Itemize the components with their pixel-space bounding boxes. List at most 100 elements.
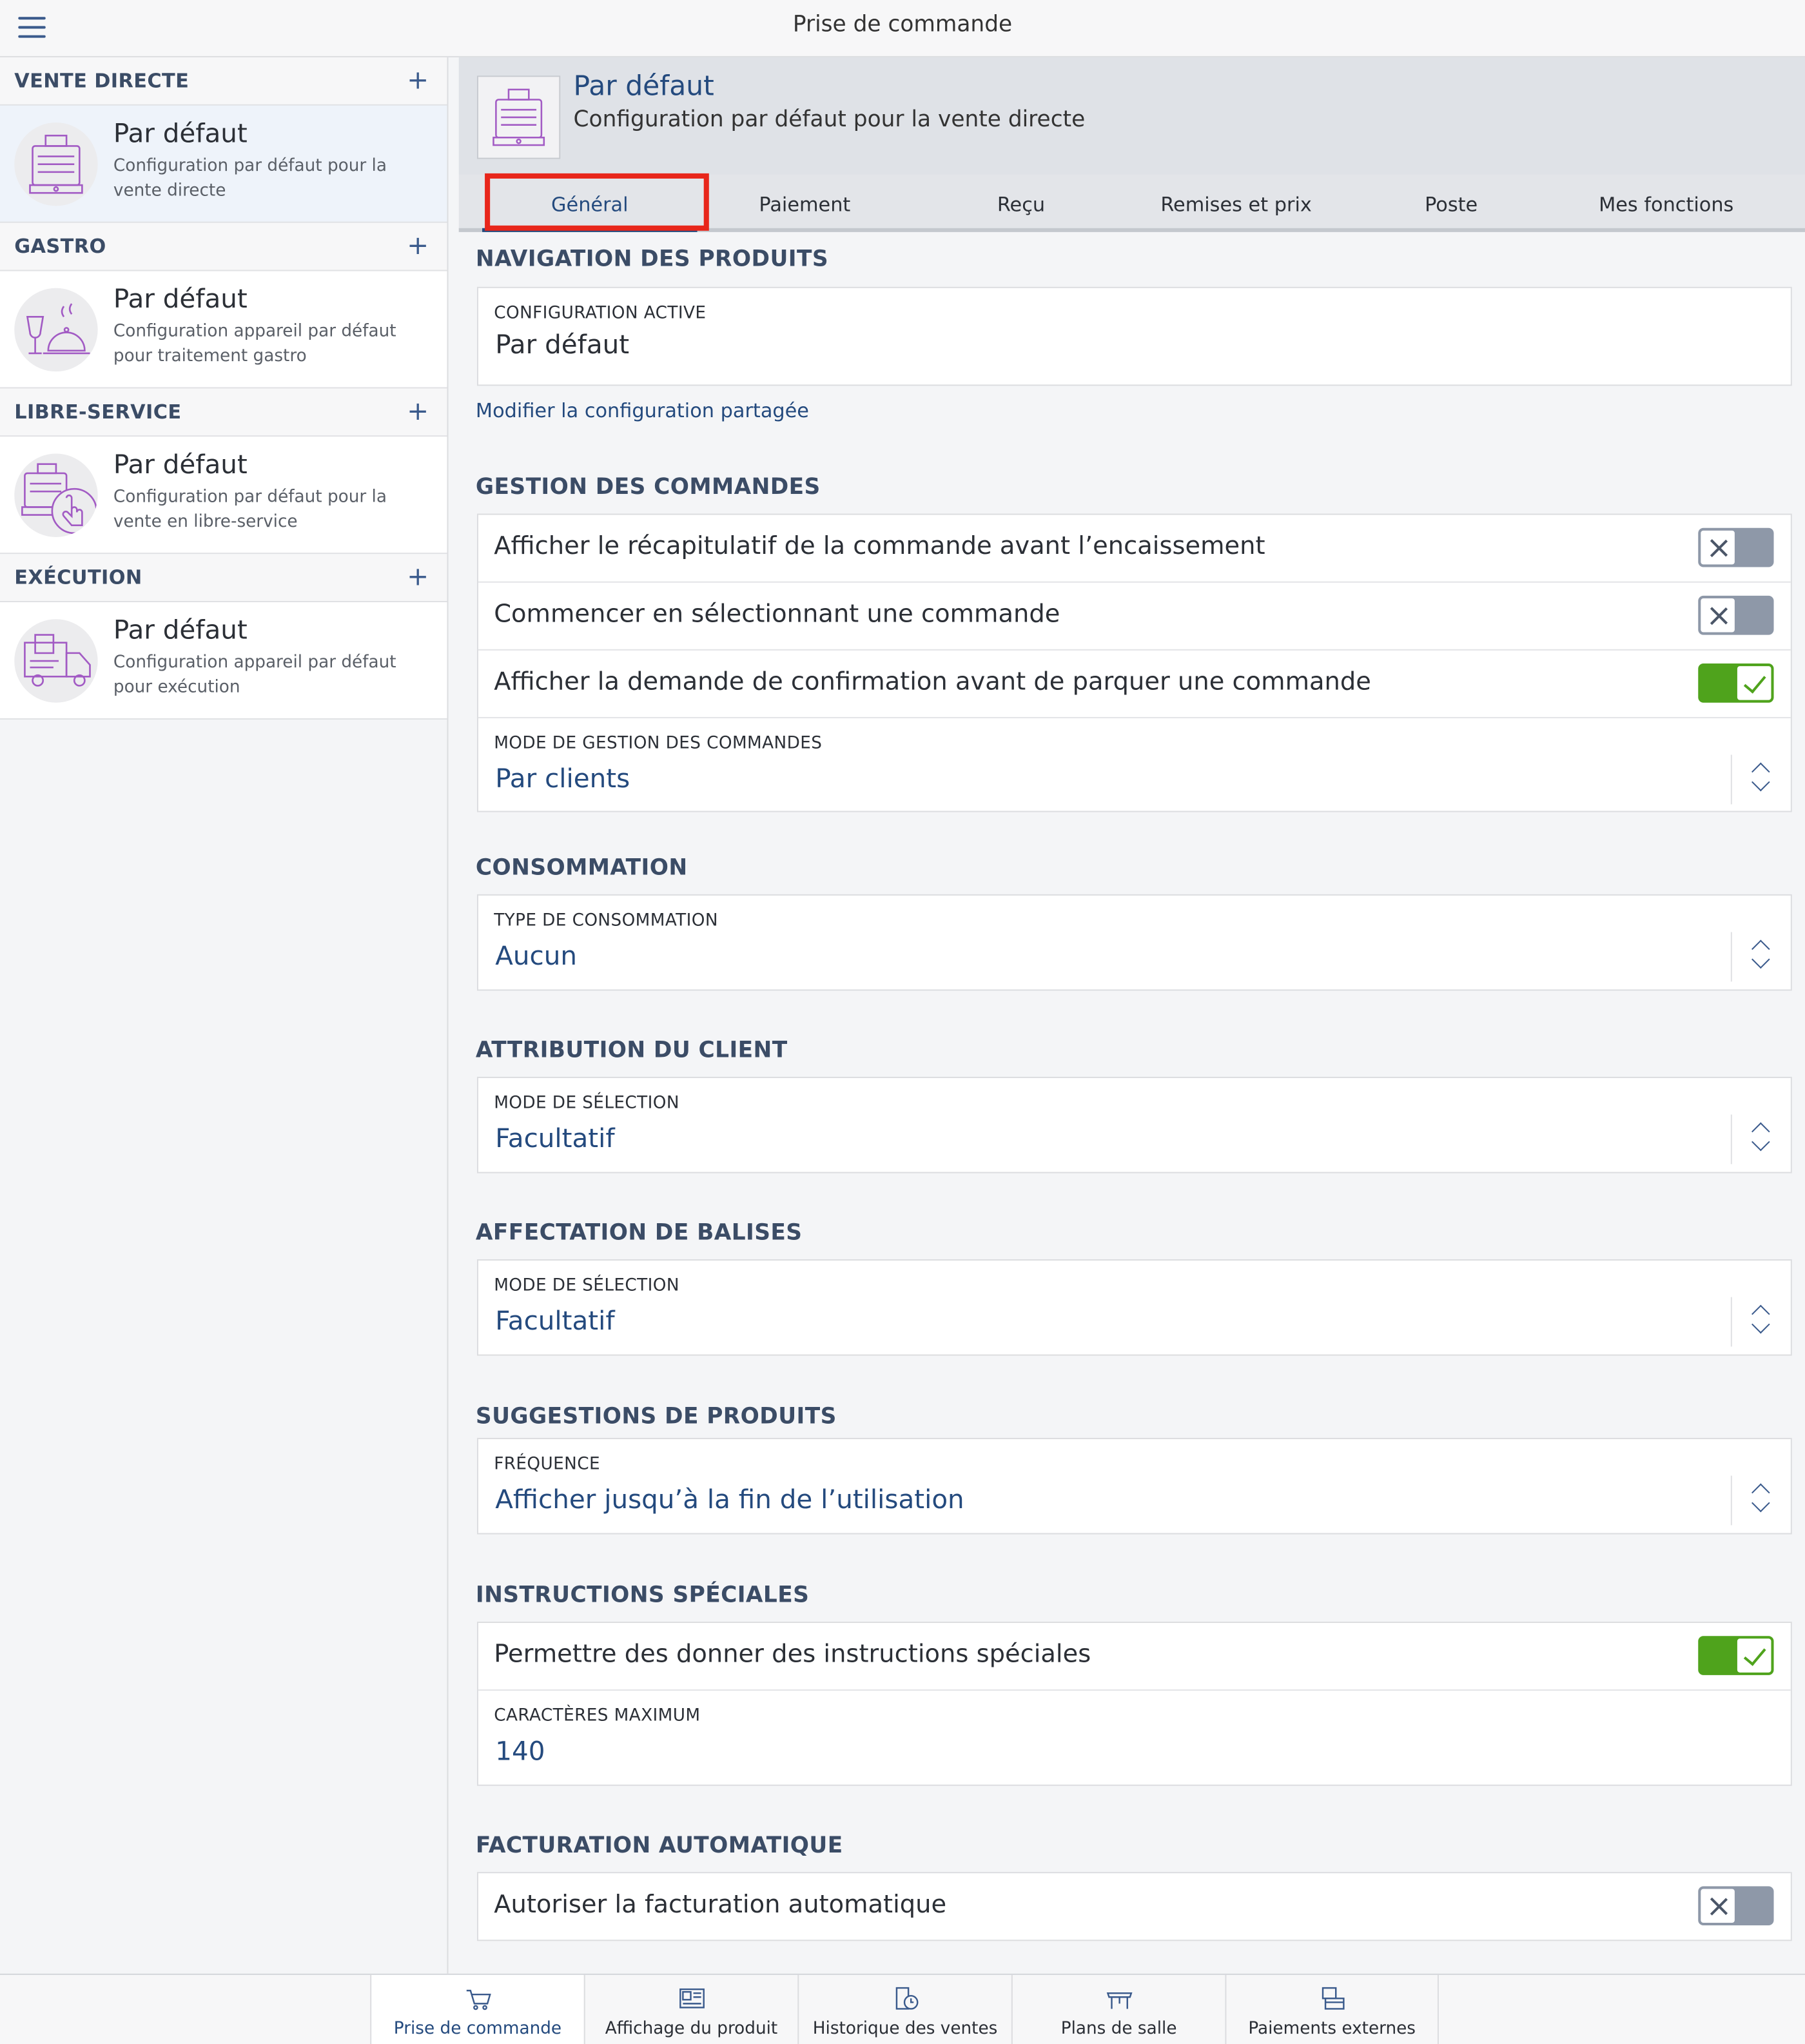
sidebar-item-title: Par défaut xyxy=(113,117,248,149)
card-tags: MODE DE SÉLECTION Facultatif xyxy=(476,1259,1792,1356)
field-caption: CONFIGURATION ACTIVE xyxy=(494,304,707,324)
toggle-label: Permettre des donner des instructions sp… xyxy=(494,1640,1091,1669)
main-content: Par défaut Configuration par défaut pour… xyxy=(458,57,1805,1974)
input-row[interactable]: CARACTÈRES MAXIMUM 140 xyxy=(478,1691,1791,1785)
active-configuration-value: Par défaut xyxy=(495,328,630,360)
bottom-tab-floor-plans[interactable]: Plans de salle xyxy=(1011,1974,1225,2044)
tab-remises[interactable]: Remises et prix xyxy=(1129,175,1344,232)
sidebar-item-vente-directe[interactable]: Par défaut Configuration par défaut pour… xyxy=(0,105,447,223)
toggle-switch-on[interactable] xyxy=(1698,663,1774,703)
field-caption: FRÉQUENCE xyxy=(494,1455,601,1475)
section-title-instructions: INSTRUCTIONS SPÉCIALES xyxy=(475,1582,810,1609)
toggle-switch-on[interactable] xyxy=(1698,1636,1774,1675)
toggle-switch-off[interactable] xyxy=(1698,527,1774,567)
basket-icon xyxy=(466,1989,491,2010)
tab-highlight-box xyxy=(485,173,709,231)
chevron-up-down-icon[interactable] xyxy=(1730,1475,1791,1526)
sidebar-item-gastro[interactable]: Par défaut Configuration appareil par dé… xyxy=(0,271,447,389)
select-row[interactable]: MODE DE SÉLECTION Facultatif xyxy=(478,1078,1791,1172)
sidebar-item-description: Configuration appareil par défaut pour e… xyxy=(113,653,396,698)
add-icon[interactable]: + xyxy=(407,64,429,95)
cash-register-icon xyxy=(14,123,98,206)
sidebar-section-header: EXÉCUTION + xyxy=(0,554,447,603)
tags-mode-value: Facultatif xyxy=(495,1304,615,1337)
sidebar-section-title: GASTRO xyxy=(14,234,106,259)
tab-poste[interactable]: Poste xyxy=(1343,175,1559,232)
chevron-up-down-icon[interactable] xyxy=(1730,754,1791,805)
sales-history-icon xyxy=(895,1987,919,2010)
cash-register-icon xyxy=(476,75,561,159)
bottom-tab-order[interactable]: Prise de commande xyxy=(370,1974,584,2044)
external-payment-icon xyxy=(1322,1987,1345,2010)
close-icon xyxy=(1699,529,1736,566)
toggle-label: Afficher la demande de confirmation avan… xyxy=(494,667,1371,696)
add-icon[interactable]: + xyxy=(407,395,429,427)
add-icon[interactable]: + xyxy=(407,230,429,261)
sidebar-item-description: Configuration appareil par défaut pour t… xyxy=(113,322,396,367)
bottom-tab-bar: Prise de commande Affichage du produit H… xyxy=(0,1973,1805,2044)
tab-paiement[interactable]: Paiement xyxy=(698,175,913,232)
sidebar-item-libre-service[interactable]: Par défaut Configuration par défaut pour… xyxy=(0,437,447,555)
select-row[interactable]: TYPE DE CONSOMMATION Aucun xyxy=(478,896,1791,990)
card-consumption: TYPE DE CONSOMMATION Aucun xyxy=(476,894,1792,991)
sidebar-item-title: Par défaut xyxy=(113,614,248,645)
bottom-tab-label: Paiements externes xyxy=(1248,2019,1416,2039)
sidebar-item-description: Configuration par défaut pour la vente e… xyxy=(113,487,387,532)
page-title: Prise de commande xyxy=(792,12,1013,38)
sidebar-section-title: VENTE DIRECTE xyxy=(14,69,190,93)
toggle-switch-off[interactable] xyxy=(1698,1886,1774,1926)
field-caption: TYPE DE CONSOMMATION xyxy=(494,911,718,931)
toggle-label: Afficher le récapitulatif de la commande… xyxy=(494,531,1265,561)
bottom-tab-sales-history[interactable]: Historique des ventes xyxy=(797,1974,1011,2044)
toggle-row: Autoriser la facturation automatique xyxy=(478,1873,1791,1941)
sidebar-section-title: LIBRE-SERVICE xyxy=(14,400,182,424)
bottom-tab-external-payments[interactable]: Paiements externes xyxy=(1225,1974,1439,2044)
toggle-row: Commencer en sélectionnant une commande xyxy=(478,583,1791,651)
config-title: Par défaut xyxy=(573,70,714,102)
sidebar-section-title: EXÉCUTION xyxy=(14,565,142,589)
toggle-label: Autoriser la facturation automatique xyxy=(494,1890,947,1919)
tab-recu[interactable]: Reçu xyxy=(913,175,1129,232)
tab-bar: Général Paiement Reçu Remises et prix Po… xyxy=(458,173,1805,232)
select-row[interactable]: MODE DE SÉLECTION Facultatif xyxy=(478,1261,1791,1355)
card-orders: Afficher le récapitulatif de la commande… xyxy=(476,513,1792,812)
section-title-tags: AFFECTATION DE BALISES xyxy=(475,1220,803,1246)
toggle-row: Afficher la demande de confirmation avan… xyxy=(478,651,1791,718)
toggle-row: Afficher le récapitulatif de la commande… xyxy=(478,515,1791,583)
edit-shared-config-link[interactable]: Modifier la configuration partagée xyxy=(476,399,809,422)
bottom-tab-label: Affichage du produit xyxy=(605,2019,778,2039)
bottom-tab-product-display[interactable]: Affichage du produit xyxy=(583,1974,798,2044)
sidebar-section-header: VENTE DIRECTE + xyxy=(0,57,447,106)
sidebar-item-title: Par défaut xyxy=(113,448,248,480)
select-row[interactable]: FRÉQUENCE Afficher jusqu’à la fin de l’u… xyxy=(478,1439,1791,1533)
table-icon xyxy=(1106,1992,1133,2009)
chevron-up-down-icon[interactable] xyxy=(1730,1297,1791,1347)
toggle-switch-off[interactable] xyxy=(1698,595,1774,635)
card-instructions: Permettre des donner des instructions sp… xyxy=(476,1621,1792,1786)
section-title-billing: FACTURATION AUTOMATIQUE xyxy=(475,1833,843,1859)
section-title-suggestions: SUGGESTIONS DE PRODUITS xyxy=(475,1404,837,1430)
order-mode-value: Par clients xyxy=(495,762,630,794)
sidebar-item-execution[interactable]: Par défaut Configuration appareil par dé… xyxy=(0,602,447,720)
chevron-up-down-icon[interactable] xyxy=(1730,1114,1791,1164)
delivery-truck-icon xyxy=(14,619,98,703)
field-caption: MODE DE SÉLECTION xyxy=(494,1276,679,1296)
config-subtitle: Configuration par défaut pour la vente d… xyxy=(573,106,1086,133)
section-title-customer: ATTRIBUTION DU CLIENT xyxy=(475,1037,788,1064)
product-display-icon xyxy=(679,1988,705,2009)
sidebar-section-header: GASTRO + xyxy=(0,222,447,271)
select-row[interactable]: MODE DE GESTION DES COMMANDES Par client… xyxy=(478,718,1791,812)
sidebar-section-header: LIBRE-SERVICE + xyxy=(0,388,447,437)
self-service-register-icon xyxy=(14,453,98,537)
field-caption: CARACTÈRES MAXIMUM xyxy=(494,1706,701,1726)
config-header: Par défaut Configuration par défaut pour… xyxy=(458,57,1805,175)
chevron-up-down-icon[interactable] xyxy=(1730,932,1791,982)
max-characters-input[interactable]: 140 xyxy=(495,1735,545,1767)
add-icon[interactable]: + xyxy=(407,560,429,592)
frequency-value: Afficher jusqu’à la fin de l’utilisation xyxy=(495,1483,964,1515)
card-navigation: CONFIGURATION ACTIVE Par défaut xyxy=(476,286,1792,386)
check-icon xyxy=(1735,665,1773,702)
sidebar-item-title: Par défaut xyxy=(113,282,248,315)
close-icon xyxy=(1699,1887,1736,1925)
tab-mes-fonctions[interactable]: Mes fonctions xyxy=(1559,175,1774,232)
